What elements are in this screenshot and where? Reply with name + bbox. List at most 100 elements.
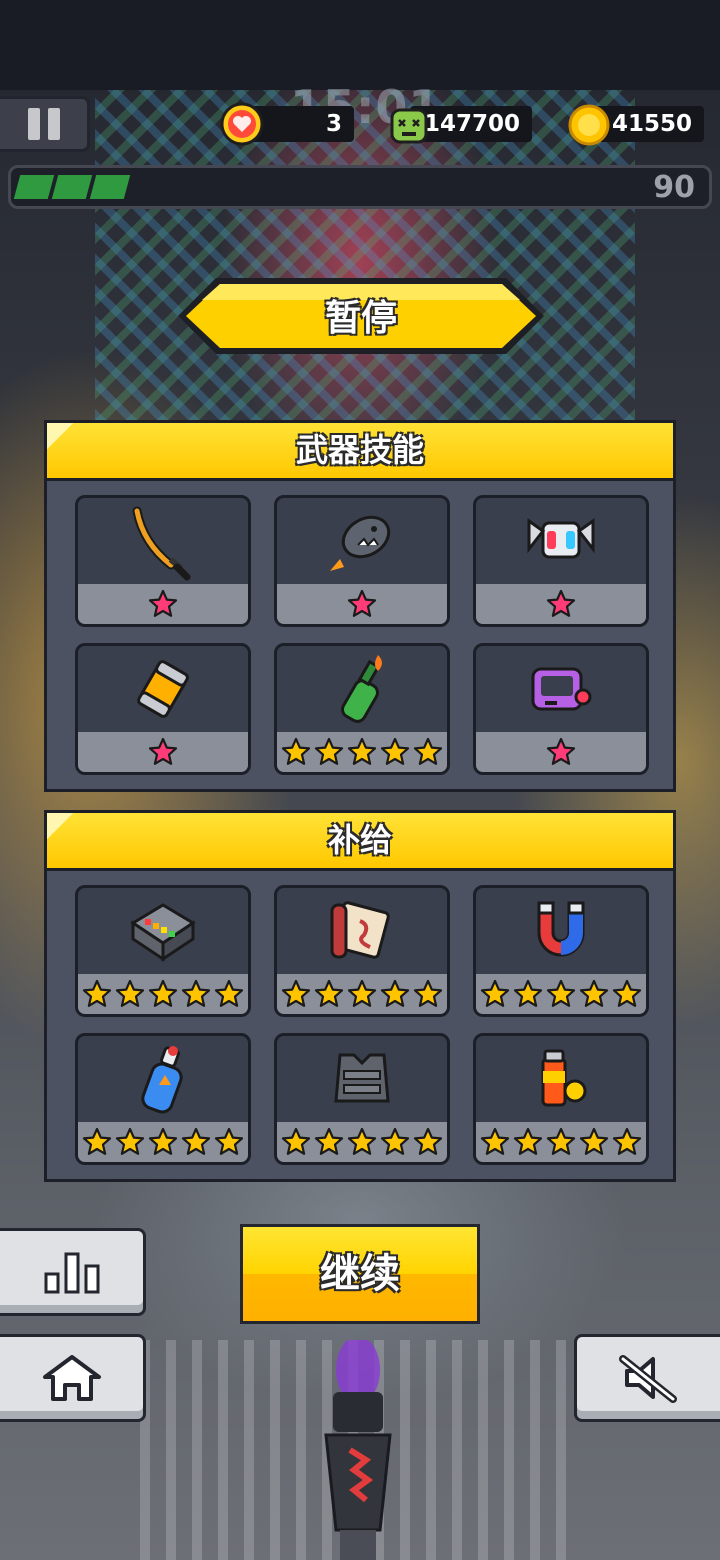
- star-icon: [82, 979, 112, 1007]
- star-icon: [513, 979, 543, 1007]
- weapon-slot[interactable]: [274, 643, 450, 775]
- star-icon: [181, 979, 211, 1007]
- star-icon: [148, 979, 178, 1007]
- weapon-grid: [75, 495, 649, 775]
- star-icon: [181, 1127, 211, 1155]
- supply-slot[interactable]: [274, 1033, 450, 1165]
- star-rating: [78, 1122, 248, 1162]
- weapon-slot[interactable]: [473, 495, 649, 627]
- star-icon: [579, 979, 609, 1007]
- zombie-icon: [390, 108, 428, 144]
- bar-chart-icon: [44, 1252, 99, 1294]
- lives-value: 3: [325, 111, 342, 137]
- xp-bar: 90: [8, 165, 712, 209]
- star-rating: [476, 732, 646, 772]
- supply-slot[interactable]: [274, 885, 450, 1017]
- star-rating: [476, 584, 646, 624]
- star-icon: [480, 979, 510, 1007]
- sound-off-icon: [618, 1355, 677, 1403]
- star-icon: [314, 1127, 344, 1155]
- star-icon: [380, 979, 410, 1007]
- star-rating: [78, 732, 248, 772]
- star-icon: [115, 1127, 145, 1155]
- player-level: 90: [653, 170, 695, 205]
- battery-pack-icon: [78, 888, 248, 978]
- continue-button[interactable]: 继续: [240, 1224, 480, 1324]
- weapon-slot[interactable]: [75, 495, 251, 627]
- energy-cell-icon: [476, 1036, 646, 1126]
- star-icon: [546, 589, 576, 617]
- star-icon: [281, 737, 311, 765]
- star-icon: [380, 1127, 410, 1155]
- supply-slot[interactable]: [473, 1033, 649, 1165]
- star-icon: [314, 737, 344, 765]
- shark-rocket-icon: [277, 498, 447, 588]
- magnet-icon: [476, 888, 646, 978]
- star-icon: [148, 737, 178, 765]
- pause-icon: [27, 108, 40, 140]
- star-icon: [347, 1127, 377, 1155]
- weapon-slot[interactable]: [473, 643, 649, 775]
- star-icon: [413, 1127, 443, 1155]
- supply-slot[interactable]: [75, 885, 251, 1017]
- xp-fill: [13, 175, 131, 199]
- status-bar-area: [0, 0, 720, 90]
- star-icon: [347, 979, 377, 1007]
- star-icon: [82, 1127, 112, 1155]
- stats-button[interactable]: [0, 1228, 146, 1316]
- star-icon: [380, 737, 410, 765]
- weapon-slot[interactable]: [274, 495, 450, 627]
- weapon-slot[interactable]: [75, 643, 251, 775]
- supply-title: 补给: [47, 813, 673, 871]
- star-icon: [612, 979, 642, 1007]
- star-icon: [148, 589, 178, 617]
- star-rating: [476, 1122, 646, 1162]
- home-button[interactable]: [0, 1334, 146, 1422]
- pause-button[interactable]: [0, 96, 90, 152]
- katana-icon: [78, 498, 248, 588]
- weapon-skills-title: 武器技能: [47, 423, 673, 481]
- coin-value: 41550: [611, 111, 692, 137]
- star-icon: [513, 1127, 543, 1155]
- weapon-skills-panel: 武器技能: [44, 420, 676, 792]
- star-icon: [413, 979, 443, 1007]
- star-icon: [347, 737, 377, 765]
- star-rating: [277, 732, 447, 772]
- armor-vest-icon: [277, 1036, 447, 1126]
- star-icon: [115, 979, 145, 1007]
- robot-drone-icon: [476, 498, 646, 588]
- supply-grid: [75, 885, 649, 1165]
- star-icon: [546, 737, 576, 765]
- star-rating: [78, 584, 248, 624]
- star-icon: [281, 979, 311, 1007]
- heart-icon: [220, 102, 264, 146]
- star-rating: [277, 1122, 447, 1162]
- molotov-bottle-icon: [277, 646, 447, 736]
- mute-button[interactable]: [574, 1334, 720, 1422]
- star-rating: [277, 974, 447, 1014]
- crystal-field: [95, 90, 635, 420]
- coin-icon: [568, 104, 610, 146]
- star-rating: [476, 974, 646, 1014]
- player-rocket: [324, 1340, 392, 1560]
- star-icon: [214, 979, 244, 1007]
- star-icon: [314, 979, 344, 1007]
- supply-slot[interactable]: [75, 1033, 251, 1165]
- star-icon: [546, 1127, 576, 1155]
- star-rating: [78, 974, 248, 1014]
- star-icon: [148, 1127, 178, 1155]
- game-console-icon: [476, 646, 646, 736]
- star-icon: [413, 737, 443, 765]
- pause-title: 暂停: [324, 298, 397, 339]
- star-icon: [612, 1127, 642, 1155]
- energy-canister-icon: [78, 646, 248, 736]
- star-icon: [214, 1127, 244, 1155]
- star-rating: [277, 584, 447, 624]
- potion-bottle-icon: [78, 1036, 248, 1126]
- supply-panel: 补给: [44, 810, 676, 1182]
- star-icon: [546, 979, 576, 1007]
- home-icon: [42, 1355, 101, 1401]
- star-icon: [347, 589, 377, 617]
- supply-slot[interactable]: [473, 885, 649, 1017]
- star-icon: [579, 1127, 609, 1155]
